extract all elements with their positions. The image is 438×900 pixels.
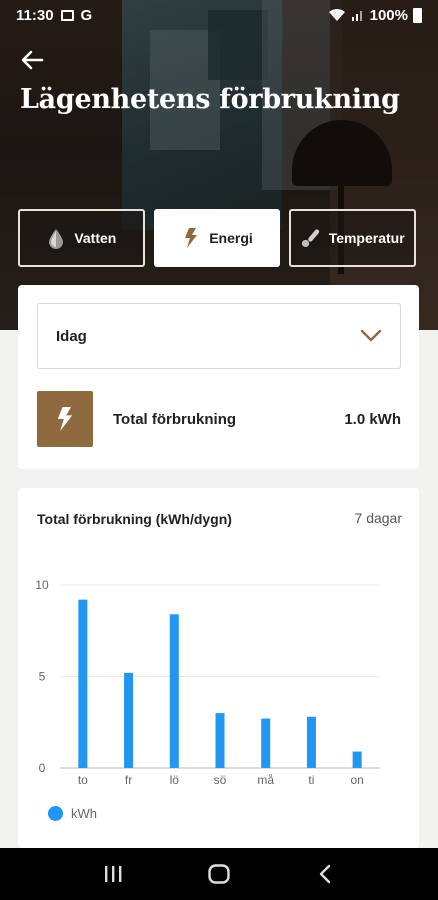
page-title: Lägenhetens förbrukning [20,84,400,115]
legend-label: kWh [71,806,97,821]
lightning-icon [57,407,73,431]
tab-label: Temperatur [328,230,405,246]
recent-apps-icon [105,866,122,882]
total-value: 1.0 kWh [344,410,401,428]
x-tick-label: må [257,773,274,787]
total-label: Total förbrukning [113,410,237,428]
back-button[interactable] [310,861,340,887]
bar-må[interactable] [261,718,271,768]
wifi-icon [328,8,345,21]
period-select-value: Idag [56,327,87,345]
bar-on[interactable] [352,751,362,768]
battery-percent: 100% [369,6,408,24]
chart-legend: kWh [48,806,97,821]
total-consumption-row: Total förbrukning 1.0 kWh [37,391,401,447]
x-tick-label: to [78,773,88,787]
x-tick-label: on [350,773,363,787]
y-tick-label: 0 [39,761,46,775]
x-tick-label: lö [170,773,180,787]
back-arrow-icon[interactable] [18,46,46,74]
tab-energi[interactable]: Energi [153,209,281,267]
hero-background-image [0,0,438,330]
thermometer-icon [301,229,319,248]
bar-fr[interactable] [124,672,134,768]
x-tick-label: fr [125,773,132,787]
period-select[interactable]: Idag [37,303,401,369]
home-button[interactable] [204,861,234,887]
legend-swatch [48,806,63,821]
bar-chart: 0 5 10 to fr lö sö må ti on [35,578,380,787]
tab-label: Energi [209,230,253,246]
google-icon: G [80,6,93,24]
battery-icon [413,7,422,23]
y-tick-label: 10 [35,578,49,592]
y-tick-label: 5 [39,670,46,684]
bar-ti[interactable] [306,716,316,768]
chevron-down-icon [360,329,382,342]
x-tick-label: sö [214,773,227,787]
x-tick-label: ti [308,773,314,787]
signal-icon [351,11,362,21]
status-time: 11:30 [16,6,54,24]
bar-lö[interactable] [169,614,179,768]
lightning-icon [185,228,198,248]
tab-label: Vatten [74,230,117,246]
nav-back-icon [319,864,331,884]
recent-apps-button[interactable] [98,861,128,887]
home-icon [208,864,230,884]
bar-to[interactable] [78,599,88,768]
system-nav-bar [0,848,438,900]
bar-sö[interactable] [215,713,225,768]
tab-temperatur[interactable]: Temperatur [289,209,417,267]
category-tabs: Vatten Energi Temperatur [18,209,417,267]
gallery-icon [60,9,74,21]
consumption-summary-card: Idag Total förbrukning 1.0 kWh [18,285,419,469]
consumption-chart-card: Total förbrukning (kWh/dygn) 7 dagar 051… [18,488,419,848]
water-drop-icon [49,229,64,249]
energy-badge [37,391,93,447]
tab-vatten[interactable]: Vatten [18,209,145,267]
status-bar: 11:30 G 100% [0,0,438,30]
